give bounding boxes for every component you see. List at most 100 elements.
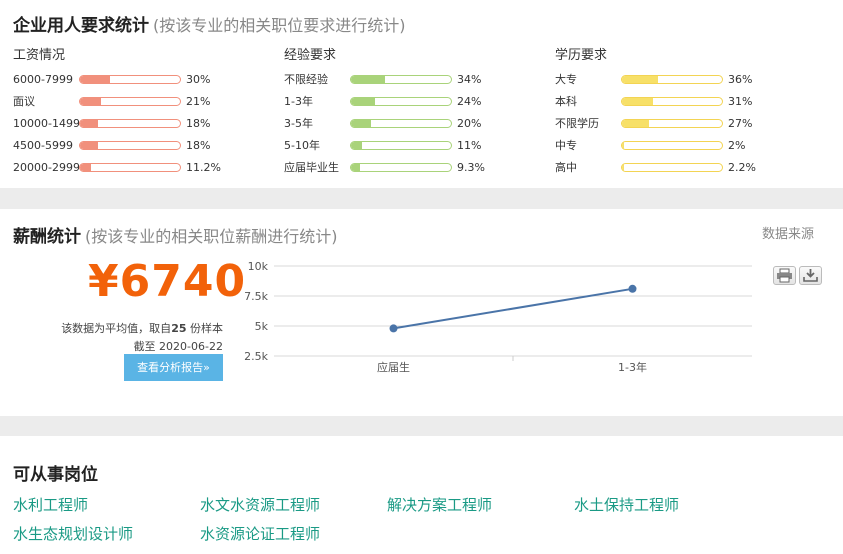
education-row-percent: 2.2% [728, 161, 756, 174]
salary-distribution: 工资情况 6000-799930%面议21% 10000-14999 18% 4500… [13, 46, 273, 179]
salary-row: 面议 21% [13, 91, 273, 113]
y-tick-label: 10k [248, 260, 269, 273]
salary-stats-subtitle: (按该专业的相关职位薪酬进行统计) [85, 227, 338, 246]
salary-row-bar [79, 163, 181, 172]
positions-panel: 可从事岗位 水利工程师 水文水资源工程师 解决方案工程师 水土保持工程师水生态规划设计… [0, 436, 843, 554]
education-row-bar [621, 163, 723, 172]
experience-row: 应届毕业生 9.3% [284, 157, 544, 179]
salary-distribution-heading: 工资情况 [13, 48, 66, 63]
data-source-link[interactable]: 数据来源 [762, 223, 814, 242]
position-link[interactable]: 水资源论证工程师 [200, 523, 320, 544]
experience-row: 1-3年 24% [284, 91, 544, 113]
salary-stats-title-text: 薪酬统计 [13, 227, 81, 247]
education-row-label: 中专 [555, 139, 577, 152]
experience-distribution-heading: 经验要求 [284, 48, 337, 63]
salary-row: 10000-14999 18% [13, 113, 273, 135]
education-row-bar [621, 119, 723, 128]
experience-row-label: 5-10年 [284, 139, 320, 152]
education-row-bar-fill [622, 120, 649, 127]
y-tick-label: 7.5k [244, 290, 268, 303]
experience-row: 5-10年 11% [284, 135, 544, 157]
print-button[interactable] [773, 266, 796, 285]
salary-row-bar-fill [80, 120, 98, 127]
experience-row-percent: 9.3% [457, 161, 485, 174]
salary-row-bar [79, 119, 181, 128]
experience-row-percent: 20% [457, 117, 482, 130]
education-row: 大专 36% [555, 69, 815, 91]
data-point [628, 284, 637, 293]
salary-row-percent: 11.2% [186, 161, 221, 174]
education-row-bar [621, 97, 723, 106]
average-salary-value: ¥6740 [88, 256, 247, 307]
position-link[interactable]: 水土保持工程师 [574, 494, 679, 515]
salary-row-bar-fill [80, 76, 110, 83]
experience-row-label: 3-5年 [284, 117, 313, 130]
education-row: 不限学历 27% [555, 113, 815, 135]
salary-row-bar-fill [80, 164, 92, 171]
salary-row: 20000-29999 11.2% [13, 157, 273, 179]
experience-row-bar [350, 119, 452, 128]
series-line [393, 287, 633, 330]
download-button[interactable] [799, 266, 822, 285]
sample-note-suffix: 份样本 [186, 322, 223, 335]
requirements-title-text: 企业用人要求统计 [13, 16, 149, 36]
education-row-percent: 2% [728, 139, 746, 152]
salary-line-chart: 10k 7.5k 5k 2.5k 应届生 1-3年 [244, 260, 752, 374]
salary-stats-title: 薪酬统计 (按该专业的相关职位薪酬进行统计) [13, 222, 338, 247]
education-row-percent: 31% [728, 95, 753, 108]
positions-title: 可从事岗位 [13, 465, 98, 485]
salary-row-bar [79, 75, 181, 84]
education-row-label: 高中 [555, 161, 577, 174]
experience-row-bar [350, 97, 452, 106]
requirements-title: 企业用人要求统计 (按该专业的相关职位要求进行统计) [13, 11, 406, 36]
y-tick-label: 2.5k [244, 350, 268, 363]
experience-row-percent: 11% [457, 139, 482, 152]
education-row-bar-fill [622, 76, 658, 83]
education-row: 本科 31% [555, 91, 815, 113]
sample-count: 25 [171, 322, 187, 335]
experience-row-label: 应届毕业生 [284, 161, 339, 174]
education-row: 中专 2% [555, 135, 815, 157]
x-tick-label: 应届生 [377, 360, 410, 374]
experience-row-bar-fill [351, 98, 375, 105]
salary-row-percent: 18% [186, 117, 211, 130]
experience-row-percent: 34% [457, 73, 482, 86]
experience-row-bar-fill [351, 142, 362, 149]
requirements-panel: 企业用人要求统计 (按该专业的相关职位要求进行统计) 工资情况 6000-7999… [0, 0, 843, 188]
printer-icon [777, 268, 792, 283]
experience-row-label: 不限经验 [284, 73, 328, 86]
position-link[interactable]: 水文水资源工程师 [200, 494, 320, 515]
education-row-bar-fill [622, 164, 625, 171]
x-tick-label: 1-3年 [618, 360, 647, 374]
requirements-subtitle: (按该专业的相关职位要求进行统计) [153, 16, 406, 35]
experience-row: 3-5年 20% [284, 113, 544, 135]
experience-row-bar-fill [351, 120, 371, 127]
experience-row-bar [350, 141, 452, 150]
education-row-percent: 36% [728, 73, 753, 86]
salary-row-bar [79, 97, 181, 106]
salary-row: 4500-5999 18% [13, 135, 273, 157]
salary-row-bar-fill [80, 98, 101, 105]
education-row-bar-fill [622, 142, 624, 149]
experience-row-percent: 24% [457, 95, 482, 108]
position-link[interactable]: 水生态规划设计师 [13, 523, 133, 544]
experience-row-bar [350, 163, 452, 172]
salary-row-label: 10000-14999 [13, 117, 79, 130]
education-row: 高中 2.2% [555, 157, 815, 179]
salary-row-percent: 30% [186, 73, 211, 86]
salary-stats-panel: 薪酬统计 (按该专业的相关职位薪酬进行统计) 数据来源 ¥6740 该数据为平均值… [0, 209, 843, 416]
y-tick-label: 5k [255, 320, 269, 333]
education-distribution: 学历要求 大专 36% 本科 31% 不限学历 27% 中专 2% 高中 2.2% [555, 46, 815, 179]
salary-row-bar-fill [80, 142, 98, 149]
position-link[interactable]: 解决方案工程师 [387, 494, 492, 515]
salary-row: 6000-7999 30% [13, 69, 273, 91]
experience-row-bar-fill [351, 76, 385, 83]
education-row-bar-fill [622, 98, 653, 105]
view-report-button[interactable]: 查看分析报告» [124, 354, 223, 381]
download-icon [803, 269, 818, 282]
as-of-date: 截至 2020-06-22 [133, 340, 223, 353]
experience-row-label: 1-3年 [284, 95, 313, 108]
data-point [389, 324, 398, 333]
education-distribution-heading: 学历要求 [555, 48, 608, 63]
position-link[interactable]: 水利工程师 [13, 494, 88, 515]
